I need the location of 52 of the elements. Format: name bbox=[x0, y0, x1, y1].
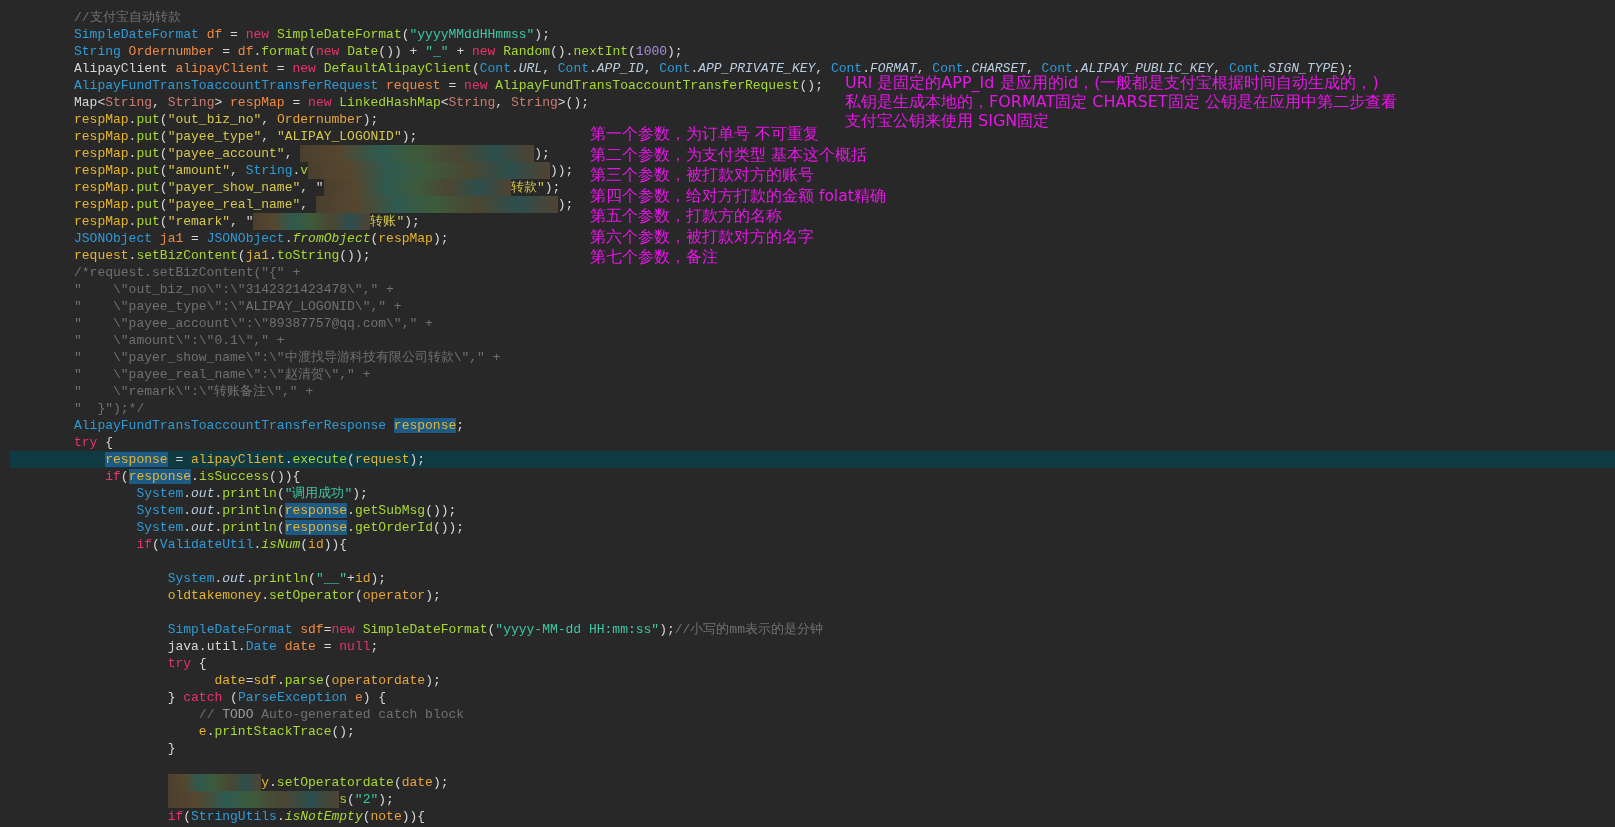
annotation-text: 支付宝公钥来使用 SIGN固定 bbox=[845, 111, 1051, 130]
code-line: response = alipayClient.execute(request); bbox=[104, 451, 426, 468]
code-line: respMap.put("remark", " 转账"); bbox=[74, 213, 420, 230]
code-line: " \"payee_type\":\"ALIPAY_LOGONID\"," + bbox=[74, 298, 402, 315]
code-line: System.out.println("调用成功"); bbox=[135, 485, 368, 502]
code-line: //支付宝自动转款 bbox=[74, 9, 181, 26]
code-line: SimpleDateFormat sdf=new SimpleDateFormat("yyyy-MM-dd HH:mm:ss");//小写的mm表示的是分钟 bbox=[166, 621, 823, 638]
annotation-text: 第七个参数，备注 bbox=[590, 247, 719, 268]
code-line: " \"out_biz_no\":\"3142321423478\"," + bbox=[74, 281, 394, 298]
code-line: request.setBizContent(ja1.toString()); bbox=[74, 247, 371, 264]
code-line: oldtakemoney.setOperator(operator); bbox=[166, 587, 441, 604]
code-line: SimpleDateFormat df = new SimpleDateFormat("yyyyMMddHHmmss"); bbox=[74, 26, 550, 43]
code-line: " \"remark\":\"转账备注\"," + bbox=[74, 383, 314, 400]
code-line: e.printStackTrace(); bbox=[197, 723, 355, 740]
annotation-text: 第三个参数，被打款对方的账号 bbox=[590, 165, 815, 186]
code-line: " \"payer_show_name\":\"中渡找导游科技有限公司转款\"," + bbox=[74, 349, 501, 366]
code-line: System.out.println("__"+id); bbox=[166, 570, 387, 587]
code-line: if(StringUtils.isNotEmpty(note)){ bbox=[166, 808, 426, 825]
code-line: /*request.setBizContent("{" + bbox=[74, 264, 301, 281]
code-line: " \"amount\":\"0.1\"," + bbox=[74, 332, 285, 349]
code-line: " }");*/ bbox=[74, 400, 145, 417]
annotation-text: 第二个参数，为支付类型 基本这个概括 bbox=[590, 144, 868, 165]
code-line: if(response.isSuccess()){ bbox=[104, 468, 301, 485]
code-line: respMap.put("payer_show_name", " 转款"); bbox=[74, 179, 561, 196]
code-line: " \"payee_real_name\":\"赵清贺\"," + bbox=[74, 366, 371, 383]
code-line: Map<String, String> respMap = new LinkedHashMap<String, String>(); bbox=[74, 94, 589, 111]
code-line: respMap.put("payee_real_name", ); bbox=[74, 196, 574, 213]
annotation-text: 第五个参数，打款方的名称 bbox=[590, 206, 783, 227]
code-line: respMap.put("out_biz_no", Ordernumber); bbox=[74, 111, 379, 128]
code-line: AlipayFundTransToaccountTransferResponse response; bbox=[74, 417, 465, 434]
code-line: y.setOperatordate(date); bbox=[74, 774, 449, 791]
annotation-text: 第一个参数，为订单号 不可重复 bbox=[590, 124, 820, 145]
code-line: } bbox=[166, 740, 176, 757]
code-line: java.util.Date date = null; bbox=[166, 638, 379, 655]
code-line: date=sdf.parse(operatordate); bbox=[213, 672, 441, 689]
code-line: respMap.put("payee_type", "ALIPAY_LOGONID"); bbox=[74, 128, 418, 145]
code-line: " \"payee_account\":\"89387757@qq.com\"," + bbox=[74, 315, 433, 332]
code-line: String Ordernumber = df.format(new Date()) + "_" + new Random().nextInt(1000); bbox=[74, 43, 683, 60]
annotation-text: 第六个参数，被打款对方的名字 bbox=[590, 226, 815, 247]
annotation-text: 第四个参数，给对方打款的金额 folat精确 bbox=[590, 185, 886, 206]
code-line: JSONObject ja1 = JSONObject.fromObject(respMap); bbox=[74, 230, 449, 247]
code-line: try { bbox=[166, 655, 207, 672]
code-line: // TODO Auto-generated catch block bbox=[197, 706, 465, 723]
code-line: } catch (ParseException e) { bbox=[166, 689, 387, 706]
code-line: System.out.println(response.getOrderId()); bbox=[135, 519, 465, 536]
code-line: System.out.println(response.getSubMsg()); bbox=[135, 502, 457, 519]
code-line: respMap.put("payee_account", ); bbox=[74, 145, 550, 162]
code-line: if(ValidateUtil.isNum(id)){ bbox=[135, 536, 348, 553]
code-line: try { bbox=[74, 434, 114, 451]
code-line: AlipayFundTransToaccountTransferRequest request = new AlipayFundTransToaccountTransferRequest(); bbox=[74, 77, 823, 94]
code-line: respMap.put("amount", String.v )); bbox=[74, 162, 574, 179]
annotation-text: 私钥是生成本地的，FORMAT固定 CHARSET固定 公钥是在应用中第二步查看 bbox=[845, 92, 1397, 111]
